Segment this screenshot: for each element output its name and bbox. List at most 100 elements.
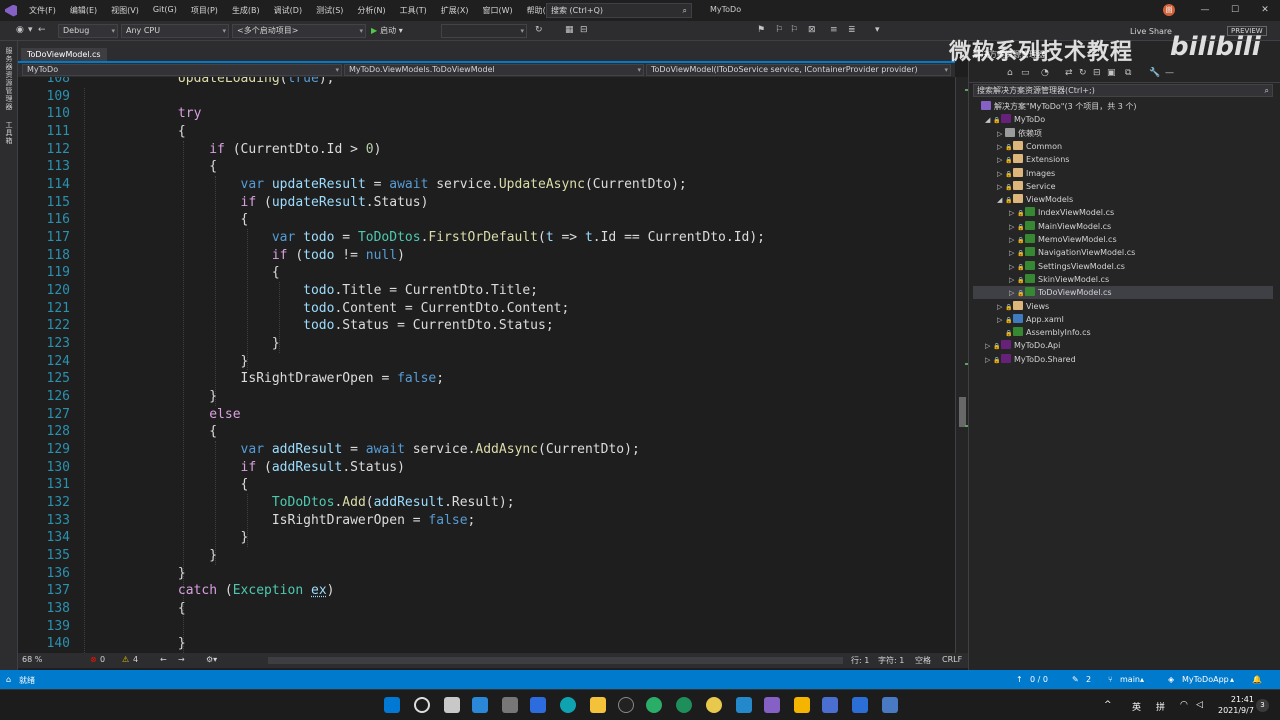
- mail-icon[interactable]: [530, 697, 546, 713]
- tab-todoviewmodel[interactable]: ToDoViewModel.cs: [21, 48, 107, 61]
- expander-icon[interactable]: ▷: [1009, 247, 1017, 260]
- toolbar-overflow-icon[interactable]: ▾: [875, 25, 880, 35]
- code-cleanup-icon[interactable]: ⚙▾: [206, 655, 217, 664]
- bookmark-next-icon[interactable]: ⚐: [790, 25, 798, 35]
- code-line[interactable]: 123 }: [18, 335, 955, 353]
- git-repo[interactable]: MyToDoApp: [1182, 675, 1229, 684]
- git-branch[interactable]: main: [1120, 675, 1140, 684]
- tree-item[interactable]: ▷ 🔒 IndexViewModel.cs: [973, 206, 1273, 219]
- search-input[interactable]: 搜索 (Ctrl+Q) ⌕: [546, 3, 692, 18]
- code-line[interactable]: 120 todo.Title = CurrentDto.Title;: [18, 282, 955, 300]
- code-line[interactable]: 122 todo.Status = CurrentDto.Status;: [18, 317, 955, 335]
- startup-project-select[interactable]: <多个启动项目> ▾: [232, 24, 366, 38]
- menu-item[interactable]: 扩展(X): [434, 5, 476, 16]
- expander-icon[interactable]: ▷: [1009, 234, 1017, 247]
- server-explorer-tab[interactable]: 服务器资源管理器: [3, 47, 15, 111]
- code-line[interactable]: 118 if (todo != null): [18, 247, 955, 265]
- expander-icon[interactable]: ▷: [997, 181, 1005, 194]
- member-select[interactable]: ToDoViewModel(IToDoService service, ICon…: [646, 64, 951, 76]
- warning-count[interactable]: 4: [133, 655, 138, 664]
- properties-icon[interactable]: 🔧: [1149, 68, 1160, 78]
- code-line[interactable]: 132 ToDoDtos.Add(addResult.Result);: [18, 494, 955, 512]
- expander-icon[interactable]: ▷: [1009, 207, 1017, 220]
- menu-item[interactable]: 生成(B): [225, 5, 267, 16]
- tree-item[interactable]: ▷ 🔒 MyToDo.Api: [973, 339, 1273, 352]
- code-line[interactable]: 115 if (updateResult.Status): [18, 194, 955, 212]
- minimize-icon[interactable]: —: [1190, 0, 1220, 21]
- target-select[interactable]: ▾: [441, 24, 527, 38]
- start-button[interactable]: ▶ 启动 ▾: [371, 25, 403, 36]
- back-icon[interactable]: ←: [38, 25, 46, 35]
- notifications-bell-icon[interactable]: 🔔: [1252, 675, 1262, 684]
- expander-icon[interactable]: ◢: [985, 114, 993, 127]
- notification-count[interactable]: 3: [1256, 699, 1269, 712]
- collapse-icon[interactable]: ⊟: [1093, 68, 1101, 78]
- tree-item[interactable]: ◢ 🔒 MyToDo: [973, 113, 1273, 126]
- code-line[interactable]: 125 IsRightDrawerOpen = false;: [18, 370, 955, 388]
- nav-back-icon[interactable]: ←: [160, 655, 167, 664]
- expander-icon[interactable]: ▷: [985, 340, 993, 353]
- tree-item[interactable]: ▷ 🔒 MainViewModel.cs: [973, 220, 1273, 233]
- comment-icon[interactable]: ≡: [830, 25, 838, 35]
- tree-item[interactable]: ▷ 🔒 Images: [973, 167, 1273, 180]
- code-line[interactable]: 111 {: [18, 123, 955, 141]
- app-icon[interactable]: [882, 697, 898, 713]
- editor-vertical-scrollbar[interactable]: [955, 77, 969, 653]
- code-line[interactable]: 138 {: [18, 600, 955, 618]
- menu-item[interactable]: 项目(P): [184, 5, 225, 16]
- code-line[interactable]: 127 else: [18, 406, 955, 424]
- bookmark-prev-icon[interactable]: ⚐: [775, 25, 783, 35]
- visual-studio-icon[interactable]: [764, 697, 780, 713]
- expander-icon[interactable]: ▷: [1009, 221, 1017, 234]
- file-explorer-icon[interactable]: [590, 697, 606, 713]
- store-icon[interactable]: [502, 697, 518, 713]
- widgets-icon[interactable]: [472, 697, 488, 713]
- code-line[interactable]: 130 if (addResult.Status): [18, 459, 955, 477]
- nav-forward-icon[interactable]: →: [178, 655, 185, 664]
- code-line[interactable]: 113 {: [18, 158, 955, 176]
- project-select[interactable]: MyToDo ▾: [22, 64, 342, 76]
- tree-item[interactable]: ▷ 🔒 SettingsViewModel.cs: [973, 260, 1273, 273]
- task-view-icon[interactable]: [444, 697, 460, 713]
- code-line[interactable]: 112 if (CurrentDto.Id > 0): [18, 141, 955, 159]
- platform-select[interactable]: Any CPU ▾: [121, 24, 229, 38]
- expander-icon[interactable]: ▷: [997, 141, 1005, 154]
- wifi-icon[interactable]: ◠: [1180, 700, 1188, 710]
- app-icon[interactable]: [794, 697, 810, 713]
- windows-start-icon[interactable]: [384, 697, 400, 713]
- expander-icon[interactable]: ◢: [997, 194, 1005, 207]
- taskbar-clock[interactable]: 21:41 2021/9/7: [1218, 694, 1254, 716]
- tree-item[interactable]: ▷ 🔒 ToDoViewModel.cs: [973, 286, 1273, 300]
- tray-language[interactable]: 英: [1132, 700, 1141, 713]
- tree-item[interactable]: ▷ 🔒 MyToDo.Shared: [973, 353, 1273, 366]
- zoom-level[interactable]: 68 %: [22, 655, 42, 664]
- app-icon[interactable]: [822, 697, 838, 713]
- tree-item[interactable]: ▷ 依赖项: [973, 127, 1273, 140]
- tray-chevron-icon[interactable]: ^: [1104, 700, 1112, 710]
- code-line[interactable]: 119 {: [18, 264, 955, 282]
- code-line[interactable]: 114 var updateResult = await service.Upd…: [18, 176, 955, 194]
- refresh-icon[interactable]: ↻: [535, 25, 543, 35]
- menu-item[interactable]: 分析(N): [350, 5, 392, 16]
- show-files-icon[interactable]: ▣: [1107, 68, 1116, 78]
- code-line[interactable]: 116 {: [18, 211, 955, 229]
- tray-ime[interactable]: 拼: [1156, 700, 1165, 713]
- sync-icon[interactable]: ⇄: [1065, 68, 1073, 78]
- menu-item[interactable]: 视图(V): [104, 5, 146, 16]
- code-line[interactable]: 128 {: [18, 423, 955, 441]
- code-line[interactable]: 117 var todo = ToDoDtos.FirstOrDefault(t…: [18, 229, 955, 247]
- error-count[interactable]: 0: [100, 655, 105, 664]
- code-line[interactable]: 137 catch (Exception ex): [18, 582, 955, 600]
- class-select[interactable]: MyToDo.ViewModels.ToDoViewModel ▾: [344, 64, 644, 76]
- expander-icon[interactable]: ▷: [997, 168, 1005, 181]
- indent-mode[interactable]: 空格: [915, 655, 931, 666]
- code-line[interactable]: 135 }: [18, 547, 955, 565]
- expander-icon[interactable]: ▷: [1009, 274, 1017, 287]
- code-line[interactable]: 136 }: [18, 565, 955, 583]
- tree-item[interactable]: ▷ 🔒 NavigationViewModel.cs: [973, 246, 1273, 259]
- app-icon[interactable]: [676, 697, 692, 713]
- switch-view-icon[interactable]: ▭: [1021, 68, 1030, 78]
- vscode-icon[interactable]: [736, 697, 752, 713]
- maximize-icon[interactable]: ☐: [1220, 0, 1250, 21]
- menu-item[interactable]: 测试(S): [309, 5, 350, 16]
